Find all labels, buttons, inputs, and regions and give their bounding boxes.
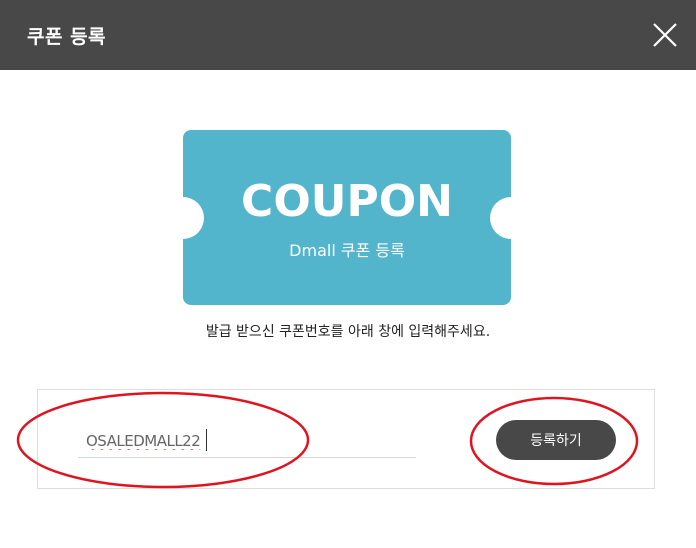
coupon-subtitle: Dmall 쿠폰 등록 (289, 241, 405, 260)
coupon-card: COUPON Dmall 쿠폰 등록 (183, 130, 511, 305)
coupon-title: COUPON (241, 176, 453, 227)
close-icon (653, 23, 677, 47)
modal-header: 쿠폰 등록 (0, 0, 696, 70)
modal-title: 쿠폰 등록 (27, 26, 107, 48)
instruction-text: 발급 받으신 쿠폰번호를 아래 창에 입력해주세요. (205, 324, 491, 340)
close-button[interactable] (650, 20, 680, 50)
coupon-code-input[interactable] (78, 424, 416, 458)
register-button[interactable]: 등록하기 (496, 420, 616, 460)
text-caret (206, 429, 207, 451)
